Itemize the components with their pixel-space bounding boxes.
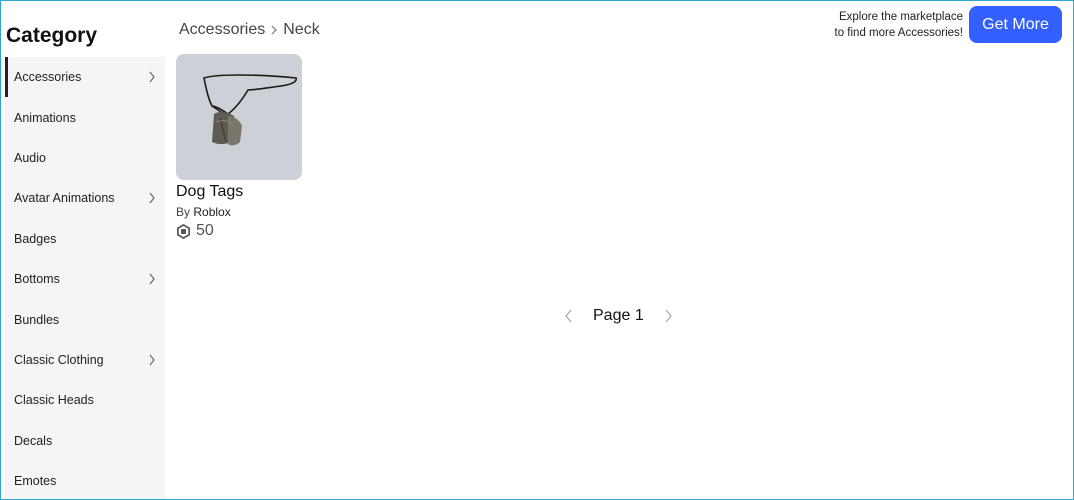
item-price: 50 — [196, 222, 214, 239]
robux-icon — [177, 223, 190, 239]
sidebar-item-label: Animations — [14, 110, 76, 125]
sidebar-item-label: Classic Heads — [14, 393, 94, 408]
sidebar-item-label: Classic Clothing — [14, 352, 104, 367]
item-creator: By Roblox — [176, 205, 302, 219]
sidebar-item-accessories[interactable]: Accessories — [5, 57, 165, 98]
sidebar-item-bundles[interactable]: Bundles — [5, 299, 165, 339]
breadcrumb: Accessories Neck — [179, 21, 320, 39]
breadcrumb-accessories[interactable]: Accessories — [179, 21, 265, 39]
dog-tags-image — [203, 74, 297, 146]
by-label: By — [176, 205, 191, 219]
chevron-right-icon — [665, 309, 672, 323]
sidebar-item-label: Bundles — [14, 312, 60, 327]
price-row: 50 — [176, 222, 302, 240]
sidebar-item-audio[interactable]: Audio — [5, 138, 165, 178]
item-card[interactable]: Dog Tags By Roblox 50 — [176, 54, 302, 240]
sidebar-item-decals[interactable]: Decals — [5, 421, 165, 461]
prev-page-button[interactable] — [561, 304, 577, 328]
sidebar-item-avatar-animations[interactable]: Avatar Animations — [5, 178, 165, 218]
promo-text: Explore the marketplace to find more Acc… — [813, 9, 963, 41]
sidebar-item-classic-heads[interactable]: Classic Heads — [5, 380, 165, 420]
sidebar-item-label: Avatar Animations — [14, 191, 115, 206]
page-label: Page 1 — [593, 307, 644, 324]
chevron-right-icon — [149, 192, 155, 204]
sidebar-item-emotes[interactable]: Emotes — [5, 461, 165, 499]
category-sidebar: Category Accessories Animations Audio Avata… — [5, 1, 165, 499]
item-name[interactable]: Dog Tags — [176, 182, 302, 202]
sidebar-item-label: Accessories — [14, 70, 82, 85]
sidebar-item-animations[interactable]: Animations — [5, 97, 165, 137]
sidebar-item-badges[interactable]: Badges — [5, 219, 165, 259]
breadcrumb-current: Neck — [283, 21, 320, 38]
chevron-right-icon — [149, 354, 155, 366]
sidebar-item-label: Badges — [14, 231, 57, 246]
marketplace-page: Category Accessories Animations Audio Avata… — [0, 0, 1074, 500]
chevron-left-icon — [565, 309, 572, 323]
category-list: Accessories Animations Audio Avatar Animati… — [5, 57, 165, 499]
sidebar-item-label: Decals — [14, 433, 53, 448]
sidebar-item-classic-clothing[interactable]: Classic Clothing — [5, 340, 165, 380]
sidebar-item-label: Bottoms — [14, 272, 60, 287]
pagination: Page 1 — [561, 304, 676, 328]
promo-line-1: Explore the marketplace — [838, 11, 963, 23]
promo-line-2: to find more Accessories! — [834, 27, 963, 39]
item-thumbnail[interactable] — [176, 54, 302, 180]
chevron-right-icon — [271, 25, 278, 35]
chevron-right-icon — [149, 273, 155, 285]
next-page-button[interactable] — [660, 304, 676, 328]
sidebar-item-bottoms[interactable]: Bottoms — [5, 259, 165, 299]
sidebar-item-label: Emotes — [14, 474, 57, 489]
category-heading: Category — [6, 24, 98, 47]
sidebar-item-label: Audio — [14, 150, 46, 165]
creator-link[interactable]: Roblox — [193, 205, 230, 219]
chevron-right-icon — [149, 71, 155, 83]
get-more-button[interactable]: Get More — [969, 6, 1062, 43]
